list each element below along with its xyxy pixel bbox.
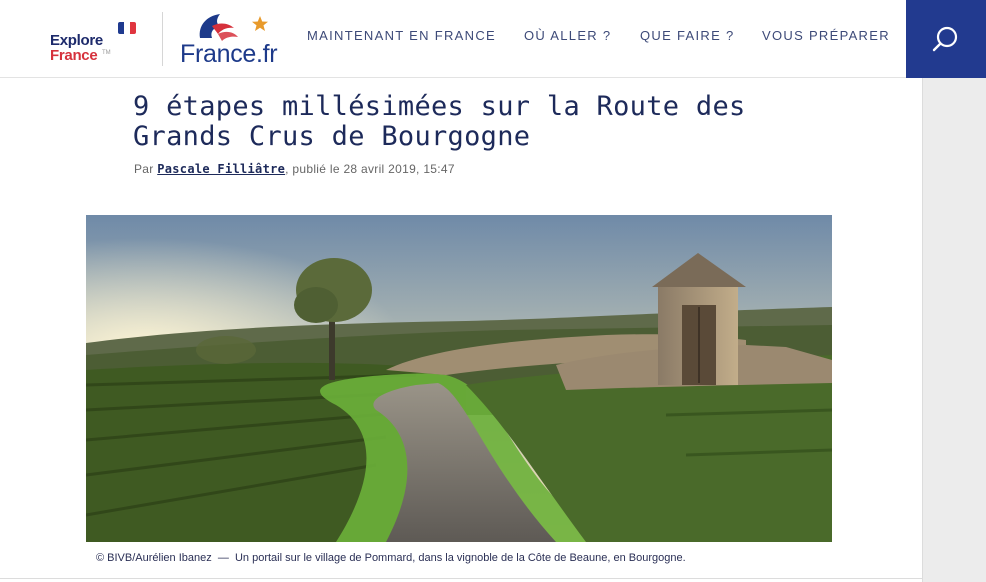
- byline-date: , publié le 28 avril 2019, 15:47: [285, 162, 455, 176]
- search-icon: [932, 26, 958, 52]
- trademark-mark: TM: [102, 50, 111, 56]
- author-link[interactable]: Pascale Filliâtre: [157, 162, 285, 176]
- photo-credit: © BIVB/Aurélien Ibanez: [96, 552, 212, 564]
- explore-france-logo[interactable]: Explore France TM: [50, 20, 142, 66]
- france-fr-wordmark: France.fr: [180, 40, 278, 68]
- france-fr-logo[interactable]: France.fr: [176, 10, 286, 68]
- nav-item-que-faire[interactable]: QUE FAIRE ?: [640, 28, 735, 43]
- nav-item-ou-aller[interactable]: OÙ ALLER ?: [524, 28, 611, 43]
- caption-text: Un portail sur le village de Pommard, da…: [234, 552, 686, 564]
- search-button[interactable]: [906, 0, 986, 78]
- byline-prefix: Par: [134, 162, 154, 176]
- article-title: 9 étapes millésimées sur la Route des Gr…: [133, 91, 746, 152]
- article-byline: Par Pascale Filliâtre, publié le 28 avri…: [134, 162, 455, 176]
- marianne-emblem-icon: [199, 14, 268, 41]
- french-flag-icon: [118, 22, 136, 34]
- right-sidebar: [922, 78, 986, 582]
- nav-item-vous-preparer[interactable]: VOUS PRÉPARER: [762, 28, 890, 43]
- bottom-divider: [0, 578, 922, 579]
- site-header: Explore France TM France.fr MAINTENANT E…: [0, 0, 986, 78]
- caption-separator: —: [217, 552, 229, 564]
- logo-divider: [162, 12, 163, 66]
- image-caption: © BIVB/Aurélien Ibanez — Un portail sur …: [96, 552, 686, 564]
- france-logo-text: France: [50, 47, 98, 64]
- nav-item-maintenant-en-france[interactable]: MAINTENANT EN FRANCE: [307, 28, 496, 43]
- hero-image: [86, 215, 832, 542]
